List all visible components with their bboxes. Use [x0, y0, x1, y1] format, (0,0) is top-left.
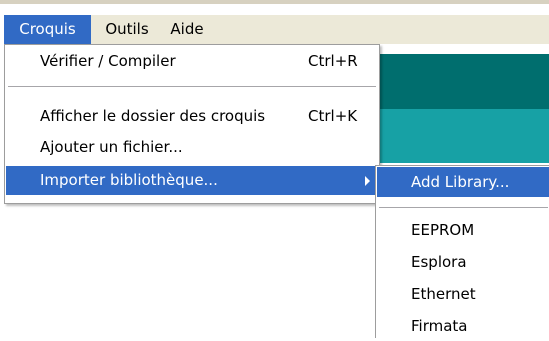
- menu-item-import-library-label: Importer bibliothèque...: [40, 171, 218, 189]
- submenu-item-firmata[interactable]: Firmata: [377, 311, 549, 341]
- submenu-item-esplora[interactable]: Esplora: [377, 247, 549, 277]
- menu-item-verify-compile-label: Vérifier / Compiler: [40, 52, 176, 70]
- editor-toolbar-area: [380, 54, 549, 109]
- menu-item-show-sketch-folder-shortcut: Ctrl+K: [308, 107, 358, 125]
- editor-tab-area: [380, 109, 549, 163]
- submenu-item-add-library[interactable]: Add Library...: [377, 167, 549, 197]
- submenu-item-ethernet[interactable]: Ethernet: [377, 279, 549, 309]
- submenu-separator: [379, 207, 548, 209]
- window-top-edge: [0, 0, 549, 4]
- croquis-dropdown-menu: Vérifier / Compiler Ctrl+R Afficher le d…: [4, 44, 380, 204]
- menu-item-show-sketch-folder-label: Afficher le dossier des croquis: [40, 107, 266, 125]
- menu-outils[interactable]: Outils: [97, 15, 157, 44]
- menu-bar: Croquis Outils Aide: [4, 15, 549, 44]
- menu-aide[interactable]: Aide: [162, 15, 212, 44]
- submenu-item-add-library-label: Add Library...: [411, 173, 510, 191]
- menu-outils-label: Outils: [105, 20, 149, 38]
- menu-separator: [8, 86, 376, 88]
- menu-item-verify-compile[interactable]: Vérifier / Compiler Ctrl+R: [6, 47, 378, 76]
- menu-croquis[interactable]: Croquis: [4, 15, 91, 44]
- menu-aide-label: Aide: [170, 20, 204, 38]
- submenu-item-eeprom-label: EEPROM: [411, 221, 475, 239]
- submenu-item-eeprom[interactable]: EEPROM: [377, 215, 549, 245]
- library-submenu: Add Library... EEPROM Esplora Ethernet F…: [375, 165, 549, 338]
- menu-item-add-file[interactable]: Ajouter un fichier...: [6, 133, 378, 162]
- submenu-item-ethernet-label: Ethernet: [411, 285, 476, 303]
- submenu-item-firmata-label: Firmata: [411, 317, 468, 335]
- submenu-item-esplora-label: Esplora: [411, 253, 467, 271]
- menu-item-import-library[interactable]: Importer bibliothèque...: [6, 166, 378, 195]
- submenu-arrow-icon: [365, 176, 370, 186]
- menu-item-add-file-label: Ajouter un fichier...: [40, 138, 183, 156]
- menu-croquis-label: Croquis: [19, 20, 76, 38]
- menu-item-show-sketch-folder[interactable]: Afficher le dossier des croquis Ctrl+K: [6, 102, 378, 131]
- menu-item-verify-compile-shortcut: Ctrl+R: [308, 52, 358, 70]
